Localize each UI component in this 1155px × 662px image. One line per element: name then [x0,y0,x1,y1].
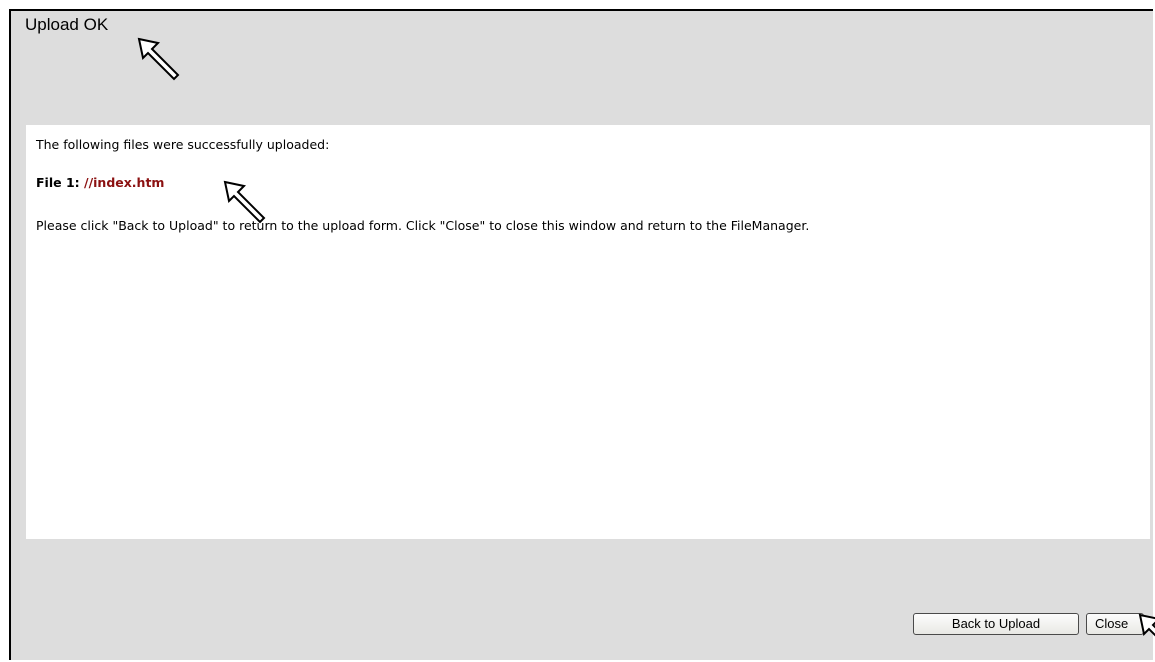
uploaded-file-name: //index.htm [84,175,165,190]
close-button[interactable]: Close [1086,613,1144,635]
instructions-text: Please click "Back to Upload" to return … [36,218,810,233]
back-to-upload-button[interactable]: Back to Upload [913,613,1079,635]
uploaded-file-line: File 1: //index.htm [36,175,164,190]
upload-result-panel: The following files were successfully up… [26,125,1150,539]
success-message: The following files were successfully up… [36,137,330,152]
file-label: File 1: [36,175,80,190]
upload-result-window: Upload OK The following files were succe… [9,9,1153,660]
window-title: Upload OK [25,15,109,34]
